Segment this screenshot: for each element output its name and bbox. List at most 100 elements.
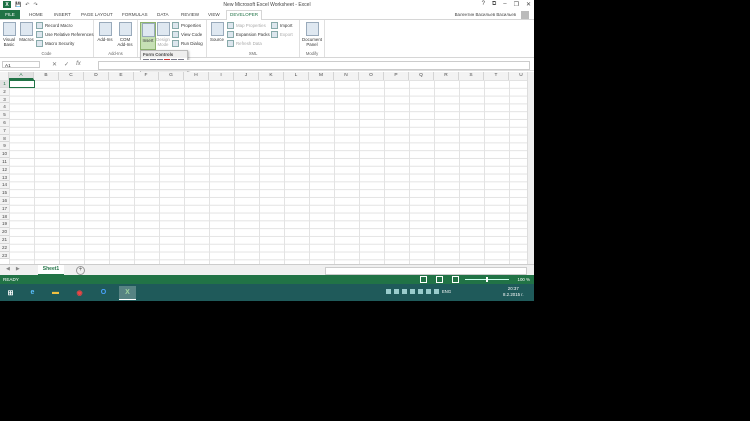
row-header[interactable]: 5 xyxy=(0,111,9,119)
sheet-next-icon[interactable]: ▶ xyxy=(16,266,20,272)
relative-references-button[interactable]: Use Relative References xyxy=(36,31,94,38)
row-header[interactable]: 19 xyxy=(0,220,9,229)
row-header[interactable]: 17 xyxy=(0,204,9,213)
row-header[interactable]: 13 xyxy=(0,173,9,182)
horizontal-scrollbar[interactable] xyxy=(325,267,527,275)
column-header[interactable]: Q xyxy=(409,72,434,80)
clock[interactable]: 20:37 8.2.2015 г. xyxy=(503,286,524,298)
com-add-ins-button[interactable]: COM Add-Ins xyxy=(116,22,134,47)
row-header[interactable]: 2 xyxy=(0,87,9,96)
tab-data[interactable]: DATA xyxy=(154,11,172,18)
column-header[interactable]: F xyxy=(134,72,159,80)
page-break-view-icon[interactable] xyxy=(452,276,459,283)
cell-area[interactable] xyxy=(9,80,527,264)
tray-icon-2[interactable] xyxy=(394,289,399,294)
row-header[interactable]: 1 xyxy=(0,80,9,88)
column-header[interactable]: K xyxy=(259,72,284,80)
row-header[interactable]: 16 xyxy=(0,197,9,205)
column-header[interactable]: P xyxy=(384,72,409,80)
add-ins-button[interactable]: Add-Ins xyxy=(96,22,114,42)
tray-icon-3[interactable] xyxy=(402,289,407,294)
refresh-data-button[interactable]: Refresh Data xyxy=(227,40,262,47)
network-icon[interactable] xyxy=(426,289,431,294)
column-header[interactable]: D xyxy=(84,72,109,80)
tray-icon-4[interactable] xyxy=(410,289,415,294)
record-macro-button[interactable]: Record Macro xyxy=(36,22,73,29)
internet-explorer-icon[interactable]: e xyxy=(24,286,41,299)
macro-security-button[interactable]: Macro Security xyxy=(36,40,74,47)
column-header[interactable]: R xyxy=(434,72,459,80)
active-cell[interactable] xyxy=(9,80,35,88)
map-properties-button[interactable]: Map Properties xyxy=(227,22,266,29)
column-header[interactable]: A xyxy=(9,72,34,80)
normal-view-icon[interactable] xyxy=(420,276,427,283)
column-header[interactable]: O xyxy=(359,72,384,80)
help-button[interactable]: ? xyxy=(482,1,485,8)
tab-view[interactable]: VIEW xyxy=(205,11,223,18)
user-name[interactable]: Валентин Васильев Васильев xyxy=(455,12,516,17)
document-panel-button[interactable]: Document Panel xyxy=(301,22,323,47)
source-button[interactable]: Source xyxy=(209,22,225,42)
row-header[interactable]: 4 xyxy=(0,103,9,112)
row-header[interactable]: 18 xyxy=(0,212,9,221)
row-header[interactable]: 9 xyxy=(0,142,9,151)
tab-formulas[interactable]: FORMULAS xyxy=(119,11,151,18)
column-header[interactable]: N xyxy=(334,72,359,80)
visual-basic-button[interactable]: Visual Basic xyxy=(2,22,16,47)
properties-button[interactable]: Properties xyxy=(172,22,201,29)
row-header[interactable]: 15 xyxy=(0,189,9,197)
import-button[interactable]: Import xyxy=(271,22,292,29)
excel-taskbar-icon[interactable]: X xyxy=(119,286,136,300)
vertical-scrollbar[interactable] xyxy=(527,72,534,264)
row-header[interactable]: 11 xyxy=(0,158,9,166)
view-code-button[interactable]: View Code xyxy=(172,31,202,38)
run-dialog-button[interactable]: Run Dialog xyxy=(172,40,203,47)
column-header[interactable]: H xyxy=(184,72,209,80)
column-header[interactable]: L xyxy=(284,72,309,80)
row-header[interactable]: 3 xyxy=(0,95,9,104)
zoom-level[interactable]: 100 % xyxy=(518,277,530,282)
row-header[interactable]: 6 xyxy=(0,119,9,127)
export-button[interactable]: Export xyxy=(271,31,293,38)
tab-home[interactable]: HOME xyxy=(26,11,46,18)
row-header[interactable]: 20 xyxy=(0,228,9,236)
page-layout-view-icon[interactable] xyxy=(436,276,443,283)
design-mode-button[interactable]: Design Mode xyxy=(156,22,170,47)
add-sheet-button[interactable]: + xyxy=(76,266,85,275)
tab-review[interactable]: REVIEW xyxy=(178,11,202,18)
column-header[interactable]: T xyxy=(484,72,509,80)
chrome-icon[interactable]: ◉ xyxy=(71,286,88,299)
row-header[interactable]: 21 xyxy=(0,236,9,244)
row-header[interactable]: 22 xyxy=(0,243,9,252)
minimize-button[interactable]: – xyxy=(503,1,506,8)
tray-icon-1[interactable] xyxy=(386,289,391,294)
insert-function-icon[interactable]: fx xyxy=(76,61,81,68)
worksheet-grid[interactable]: ABCDEFGHIJKLMNOPQRSTU 1 2 3 4 5 6 7 8 9 10 11 12 13 1… xyxy=(0,72,534,264)
formula-input[interactable] xyxy=(98,61,530,70)
column-header[interactable]: C xyxy=(59,72,84,80)
zoom-slider-handle[interactable] xyxy=(486,277,488,282)
tab-insert[interactable]: INSERT xyxy=(51,11,74,18)
start-button[interactable]: ⊞ xyxy=(2,286,19,299)
cancel-icon[interactable]: ✕ xyxy=(52,61,57,68)
restore-button[interactable]: ❐ xyxy=(514,1,519,8)
column-header[interactable]: G xyxy=(159,72,184,80)
row-header[interactable]: 7 xyxy=(0,126,9,135)
name-box[interactable]: A1 xyxy=(2,61,40,68)
close-button[interactable]: ✕ xyxy=(526,1,531,8)
expansion-packs-button[interactable]: Expansion Packs xyxy=(227,31,270,38)
select-all-corner[interactable] xyxy=(0,72,9,80)
column-header[interactable]: E xyxy=(109,72,134,80)
tab-file[interactable]: FILE xyxy=(0,10,20,19)
tab-page-layout[interactable]: PAGE LAYOUT xyxy=(78,11,116,18)
row-header[interactable]: 8 xyxy=(0,134,9,143)
volume-icon[interactable] xyxy=(434,289,439,294)
row-header[interactable]: 23 xyxy=(0,251,9,260)
file-explorer-icon[interactable]: ▬ xyxy=(47,286,64,299)
row-header[interactable]: 14 xyxy=(0,181,9,190)
avatar[interactable] xyxy=(521,11,529,19)
macros-button[interactable]: Macros xyxy=(19,22,34,42)
enter-icon[interactable]: ✓ xyxy=(64,61,69,68)
language-indicator[interactable]: ENG xyxy=(442,289,451,294)
column-header[interactable]: M xyxy=(309,72,334,80)
